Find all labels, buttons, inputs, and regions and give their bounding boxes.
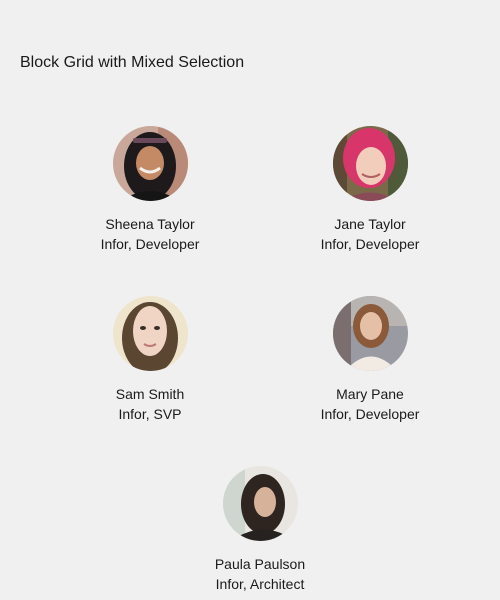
block-item-sam-smith[interactable]: Sam Smith Infor, SVP — [60, 296, 240, 424]
block-item-sheena-taylor[interactable]: Sheena Taylor Infor, Developer — [60, 126, 240, 254]
block-name: Mary Pane — [336, 386, 404, 402]
block-name: Sheena Taylor — [105, 216, 195, 232]
block-role: Infor, SVP — [118, 406, 182, 422]
block-role: Infor, Developer — [320, 236, 420, 252]
page-title: Block Grid with Mixed Selection — [20, 54, 245, 71]
block-name: Paula Paulson — [214, 556, 306, 572]
block-item-jane-taylor[interactable]: Jane Taylor Infor, Developer — [280, 126, 460, 254]
block-role: Infor, Architect — [215, 576, 305, 592]
block-name: Sam Smith — [115, 386, 185, 402]
avatar — [332, 126, 408, 201]
avatar — [222, 466, 298, 541]
avatar — [112, 126, 188, 201]
block-item-mary-pane[interactable]: Mary Pane Infor, Developer — [280, 296, 460, 424]
avatar — [112, 296, 188, 371]
avatar — [332, 296, 408, 371]
block-name: Jane Taylor — [334, 216, 406, 232]
block-role: Infor, Developer — [100, 236, 200, 252]
block-item-paula-paulson[interactable]: Paula Paulson Infor, Architect — [170, 466, 350, 594]
block-role: Infor, Developer — [320, 406, 420, 422]
